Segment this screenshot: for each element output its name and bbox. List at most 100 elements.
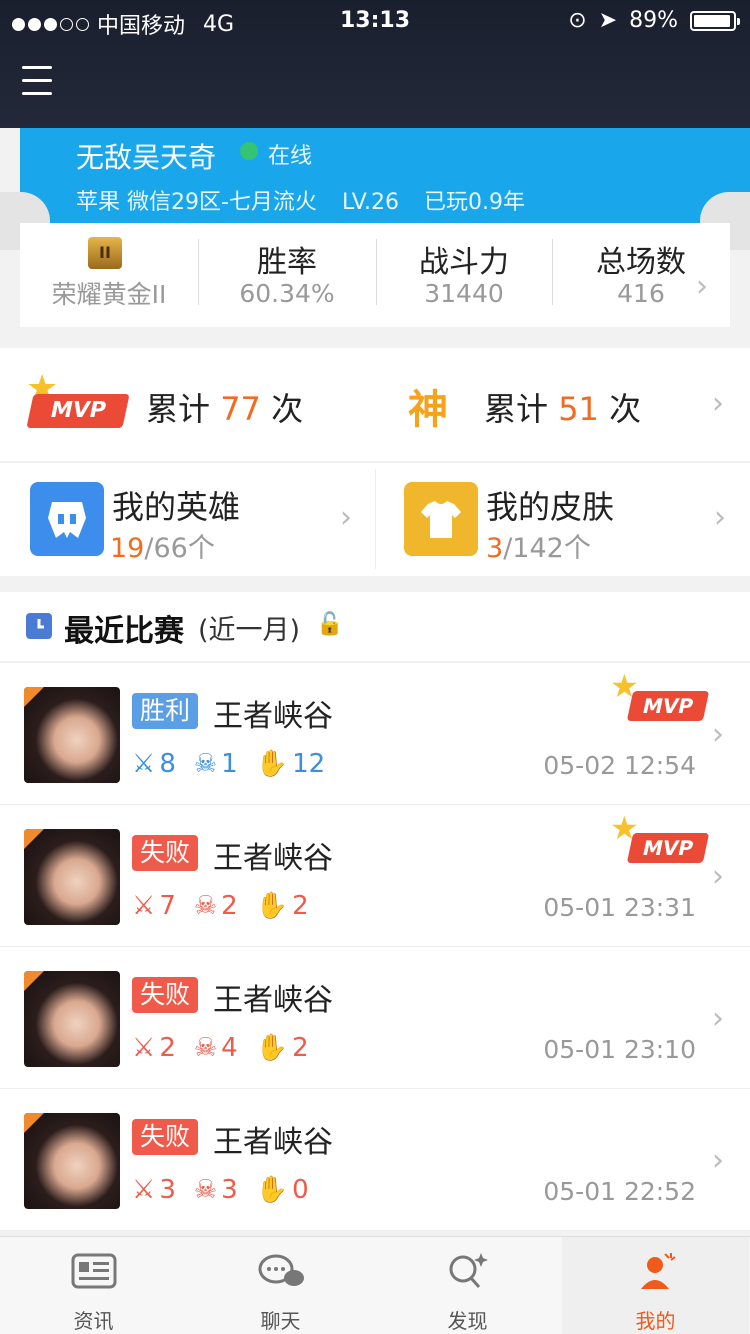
skins-count: 3/142个 [486, 526, 591, 565]
battery-icon [690, 10, 740, 31]
match-time: 05-01 22:52 [543, 1177, 696, 1206]
player-name: 无敌吴天奇 [76, 141, 217, 174]
tab-discover[interactable]: 发现 [374, 1237, 561, 1334]
helmet-icon [30, 482, 104, 556]
mvp-count: 77 [220, 390, 261, 428]
tab-discover-label: 发现 [447, 1309, 488, 1333]
kills: 3 [159, 1175, 176, 1205]
deaths: 1 [221, 749, 238, 779]
power-label: 战斗力 [419, 245, 509, 280]
kda-stats: ⚔ 3 ☠ 3 ✋ 0 [132, 1175, 309, 1205]
god-prefix: 累计 [484, 390, 549, 428]
online-indicator-icon [240, 142, 258, 160]
result-tag: 胜利 [132, 693, 199, 729]
mvp-badge-icon: MVP [26, 394, 130, 428]
battery-percent: 89% [629, 8, 678, 33]
skull-icon: ☠ [193, 1175, 218, 1205]
match-row[interactable]: 失败 王者峡谷 ⚔ 3 ☠ 3 ✋ 0 05-01 22:52 › [0, 1089, 750, 1231]
tab-news-label: 资讯 [73, 1309, 114, 1333]
match-row[interactable]: 胜利 王者峡谷 ⚔ 8 ☠ 1 ✋ 12 ★ MVP 05-02 12:54 › [0, 663, 750, 805]
chevron-right-icon: › [712, 859, 724, 894]
played-label: 已玩0.9年 [423, 190, 525, 215]
my-skins-button[interactable]: 我的皮肤 3/142个 › [376, 462, 750, 576]
discover-search-icon [374, 1251, 561, 1301]
mvp-badge-icon: MVP [626, 691, 710, 721]
my-skins-label: 我的皮肤 [486, 488, 615, 526]
recent-matches-subtitle: (近一月) [198, 615, 301, 646]
mvp-suffix: 次 [271, 390, 304, 428]
tab-chat[interactable]: 聊天 [187, 1237, 374, 1334]
mvp-prefix: 累计 [146, 390, 211, 428]
hero-avatar [24, 971, 120, 1067]
map-name: 王者峡谷 [213, 699, 333, 734]
result-tag: 失败 [132, 977, 199, 1013]
chat-bubble-icon [187, 1251, 374, 1301]
tab-news[interactable]: 资讯 [0, 1237, 187, 1334]
result-tag: 失败 [132, 835, 199, 871]
stats-row[interactable]: II 荣耀黄金II 胜率 60.34% 战斗力 31440 总场数 416 › [20, 223, 730, 327]
match-row[interactable]: 失败 王者峡谷 ⚔ 7 ☠ 2 ✋ 2 ★ MVP 05-01 23:31 › [0, 805, 750, 947]
kill-icon: ⚔ [132, 1033, 156, 1063]
tab-bar: 资讯 聊天 发现 我的 [0, 1236, 750, 1334]
lock-icon[interactable]: 🔓 [316, 612, 343, 637]
power-stat: 战斗力 31440 [376, 223, 552, 327]
power-value: 31440 [424, 279, 504, 308]
winrate-stat: 胜率 60.34% [198, 223, 376, 327]
chevron-right-icon: › [712, 717, 724, 752]
kills: 8 [159, 749, 176, 779]
chevron-right-icon: › [340, 500, 352, 535]
god-suffix: 次 [609, 390, 642, 428]
kill-icon: ⚔ [132, 749, 156, 779]
kill-icon: ⚔ [132, 891, 156, 921]
winrate-value: 60.34% [239, 279, 335, 308]
match-time: 05-01 23:10 [543, 1035, 696, 1064]
skull-icon: ☠ [193, 891, 218, 921]
tab-chat-label: 聊天 [260, 1309, 301, 1333]
assists: 2 [292, 1033, 309, 1063]
match-time: 05-01 23:31 [543, 893, 696, 922]
skull-icon: ☠ [193, 1033, 218, 1063]
online-status: 在线 [268, 144, 313, 169]
match-time: 05-02 12:54 [543, 751, 696, 780]
menu-icon[interactable] [22, 66, 52, 100]
profile-card: 无敌吴天奇 在线 苹果 微信29区-七月流火 LV.26 已玩0.9年 [20, 128, 750, 223]
mvp-count-text: 累计 77 次 [146, 384, 303, 430]
user-icon [562, 1251, 749, 1301]
rank-badge-icon: II [88, 237, 122, 269]
kills: 7 [159, 891, 176, 921]
hero-avatar [24, 687, 120, 783]
deaths: 3 [221, 1175, 238, 1205]
chevron-right-icon: › [712, 1001, 724, 1036]
heroes-count: 19/66个 [110, 526, 215, 565]
level-label: LV.26 [341, 190, 399, 215]
heroes-total: /66个 [144, 533, 215, 564]
my-heroes-button[interactable]: 我的英雄 19/66个 › [0, 462, 375, 576]
skull-icon: ☠ [193, 749, 218, 779]
chevron-right-icon: › [714, 500, 726, 535]
skins-owned: 3 [486, 533, 504, 564]
skins-total: /142个 [503, 533, 591, 564]
rotation-lock-icon: ⊙ [568, 8, 587, 33]
god-count-text: 累计 51 次 [484, 384, 641, 430]
status-bar: 中国移动 4G 13:13 ⊙ ➤ 89% [0, 0, 750, 40]
assists: 0 [292, 1175, 309, 1205]
kda-stats: ⚔ 8 ☠ 1 ✋ 12 [132, 749, 325, 779]
kills: 2 [159, 1033, 176, 1063]
player-info: 苹果 微信29区-七月流火 LV.26 已玩0.9年 [76, 184, 525, 216]
rank-stat: II 荣耀黄金II [20, 223, 198, 327]
deaths: 4 [221, 1033, 238, 1063]
god-badge-icon: 神 [408, 387, 448, 433]
kda-stats: ⚔ 2 ☠ 4 ✋ 2 [132, 1033, 309, 1063]
shirt-icon [404, 482, 478, 556]
deaths: 2 [221, 891, 238, 921]
tab-me[interactable]: 我的 [562, 1237, 749, 1334]
mvp-badge-icon: MVP [626, 833, 710, 863]
chevron-right-icon: › [696, 269, 708, 304]
assists: 12 [292, 749, 326, 779]
newspaper-icon [0, 1251, 187, 1301]
clock-icon [26, 613, 52, 639]
header: 中国移动 4G 13:13 ⊙ ➤ 89% [0, 0, 750, 128]
match-row[interactable]: 失败 王者峡谷 ⚔ 2 ☠ 4 ✋ 2 05-01 23:10 › [0, 947, 750, 1089]
hand-icon: ✋ [255, 749, 289, 779]
result-tag: 失败 [132, 1119, 199, 1155]
